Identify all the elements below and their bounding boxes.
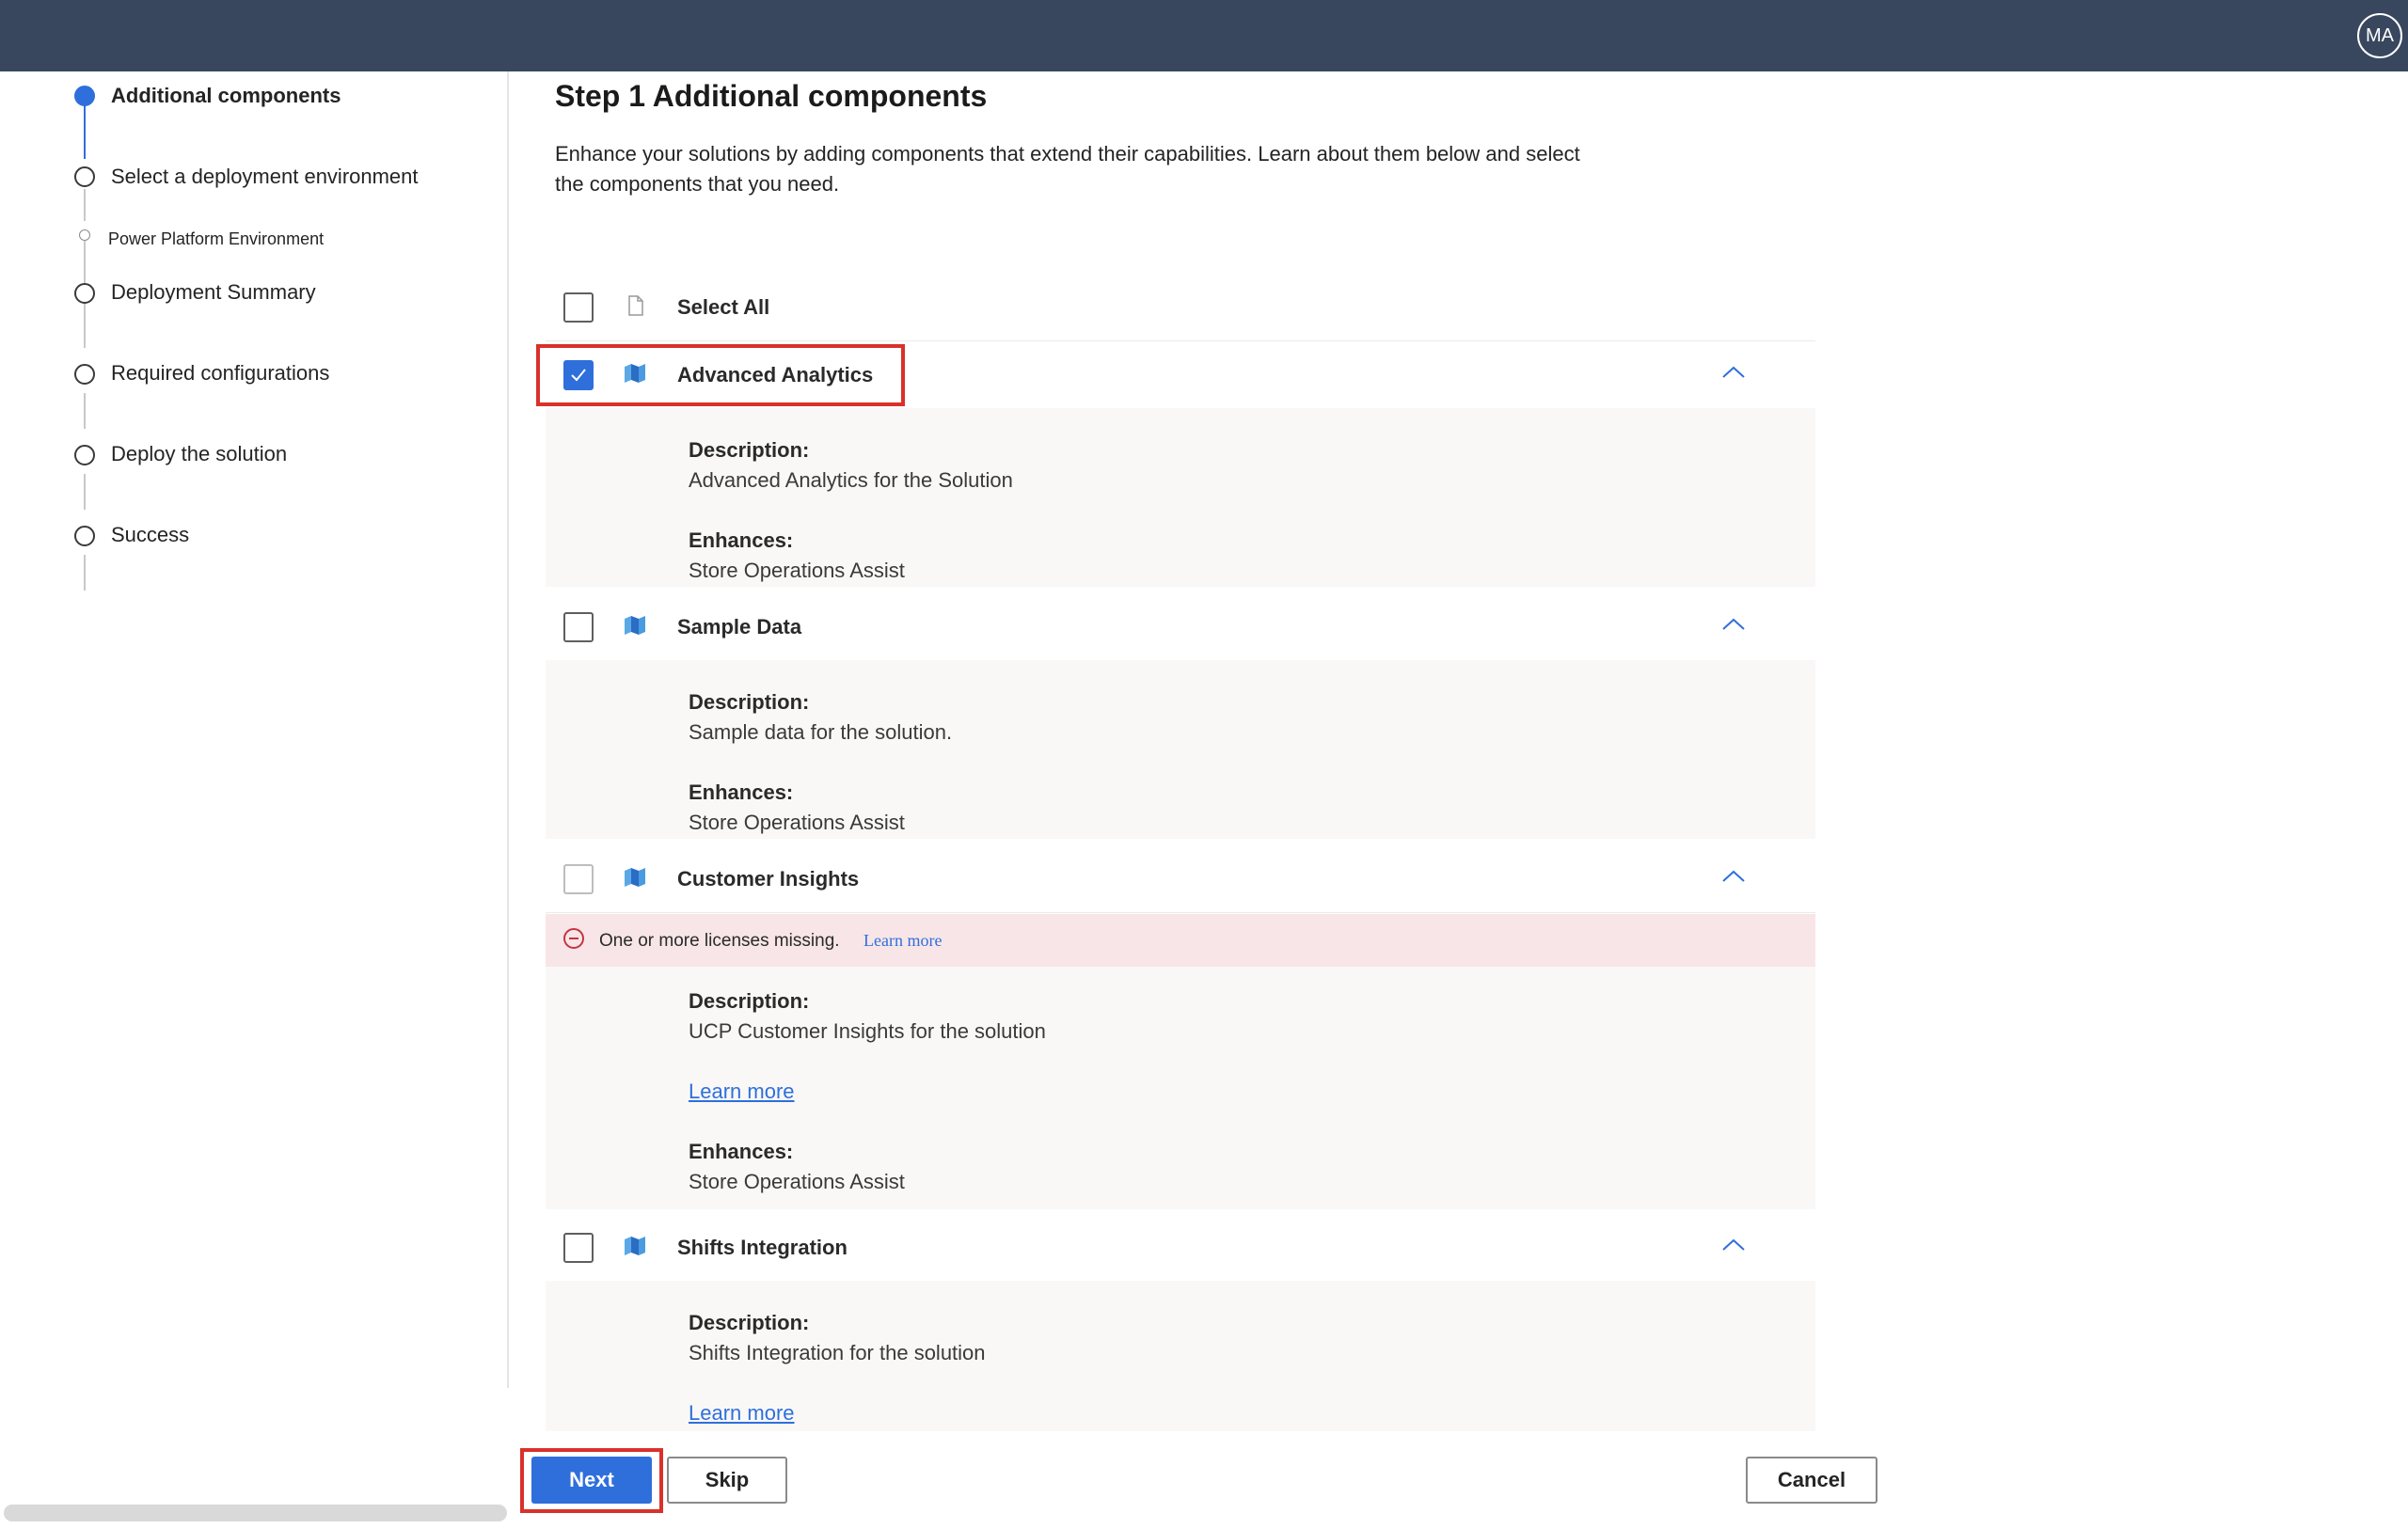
enhances-label: Enhances: [689, 528, 794, 552]
stepper-connector [84, 393, 86, 429]
step-select-deployment-environment[interactable]: Select a deployment environment [111, 165, 419, 189]
sample-data-checkbox[interactable] [563, 612, 594, 642]
license-learn-more-link[interactable]: Learn more [863, 931, 942, 951]
sample-data-details: Description: Sample data for the solutio… [546, 660, 1815, 839]
shifts-integration-label: Shifts Integration [677, 1236, 848, 1259]
step-deployment-summary[interactable]: Deployment Summary [111, 280, 316, 305]
advanced-analytics-details: Description: Advanced Analytics for the … [546, 408, 1815, 587]
component-map-icon [625, 616, 645, 635]
step-indicator [74, 364, 95, 385]
user-avatar[interactable]: MA [2357, 13, 2402, 58]
chevron-up-icon[interactable] [1721, 1237, 1746, 1253]
customer-insights-details: Description: UCP Customer Insights for t… [546, 967, 1815, 1209]
shifts-integration-checkbox[interactable] [563, 1233, 594, 1263]
learn-more-link[interactable]: Learn more [689, 1401, 795, 1426]
select-all-row[interactable]: Select All [546, 275, 1815, 341]
enhances-value: Store Operations Assist [689, 811, 905, 834]
description-label: Description: [689, 690, 810, 714]
step-current-indicator [74, 86, 95, 106]
component-row-customer-insights[interactable]: Customer Insights [546, 846, 1815, 913]
description-label: Description: [689, 989, 810, 1013]
step-success[interactable]: Success [111, 523, 189, 547]
component-row-sample-data[interactable]: Sample Data [546, 594, 1815, 661]
chevron-up-icon[interactable] [1721, 869, 1746, 884]
stepper-connector [84, 313, 86, 348]
customer-insights-checkbox[interactable] [563, 864, 594, 894]
error-circle-icon [563, 928, 584, 949]
license-warning-text: One or more licenses missing. [599, 931, 840, 951]
description-label: Description: [689, 1311, 810, 1334]
top-bar: MA [0, 0, 2408, 71]
substep-power-platform-environment[interactable]: Power Platform Environment [108, 229, 324, 249]
highlight-box [536, 344, 905, 406]
component-map-icon [625, 1237, 645, 1255]
sample-data-label: Sample Data [677, 615, 802, 638]
page-description: Enhance your solutions by adding compone… [555, 142, 1580, 196]
step-deploy-the-solution[interactable]: Deploy the solution [111, 442, 287, 466]
step-indicator [74, 445, 95, 465]
horizontal-scrollbar[interactable] [4, 1505, 507, 1521]
stepper-connector [84, 555, 86, 591]
chevron-up-icon[interactable] [1721, 617, 1746, 632]
description-value: Sample data for the solution. [689, 720, 953, 744]
substep-indicator [79, 229, 90, 241]
step-additional-components[interactable]: Additional components [111, 84, 341, 108]
stepper-panel: Additional components Select a deploymen… [0, 71, 509, 1388]
description-value: UCP Customer Insights for the solution [689, 1019, 1046, 1043]
cancel-button[interactable]: Cancel [1746, 1457, 1877, 1504]
highlight-box [520, 1448, 663, 1513]
shifts-integration-details: Description: Shifts Integration for the … [546, 1281, 1815, 1431]
stepper-connector [84, 474, 86, 510]
component-row-shifts-integration[interactable]: Shifts Integration [546, 1215, 1815, 1282]
description-value: Advanced Analytics for the Solution [689, 468, 1013, 492]
description-label: Description: [689, 438, 810, 462]
enhances-label: Enhances: [689, 780, 794, 804]
select-all-label: Select All [677, 295, 770, 319]
document-icon [628, 295, 643, 316]
stepper-connector [84, 105, 86, 159]
enhances-value: Store Operations Assist [689, 559, 905, 582]
description-value: Shifts Integration for the solution [689, 1341, 986, 1364]
skip-button[interactable]: Skip [667, 1457, 787, 1504]
learn-more-link[interactable]: Learn more [689, 1080, 795, 1104]
stepper-connector [84, 189, 86, 221]
step-indicator [74, 283, 95, 304]
page-title: Step 1 Additional components [555, 79, 988, 113]
select-all-checkbox[interactable] [563, 292, 594, 323]
license-warning-bar: One or more licenses missing. Learn more [546, 914, 1815, 967]
step-required-configurations[interactable]: Required configurations [111, 361, 329, 386]
step-indicator [74, 166, 95, 187]
customer-insights-label: Customer Insights [677, 867, 860, 891]
enhances-label: Enhances: [689, 1140, 794, 1163]
enhances-value: Store Operations Assist [689, 1170, 905, 1193]
step-indicator [74, 526, 95, 546]
chevron-up-icon[interactable] [1721, 365, 1746, 380]
component-map-icon [625, 868, 645, 887]
